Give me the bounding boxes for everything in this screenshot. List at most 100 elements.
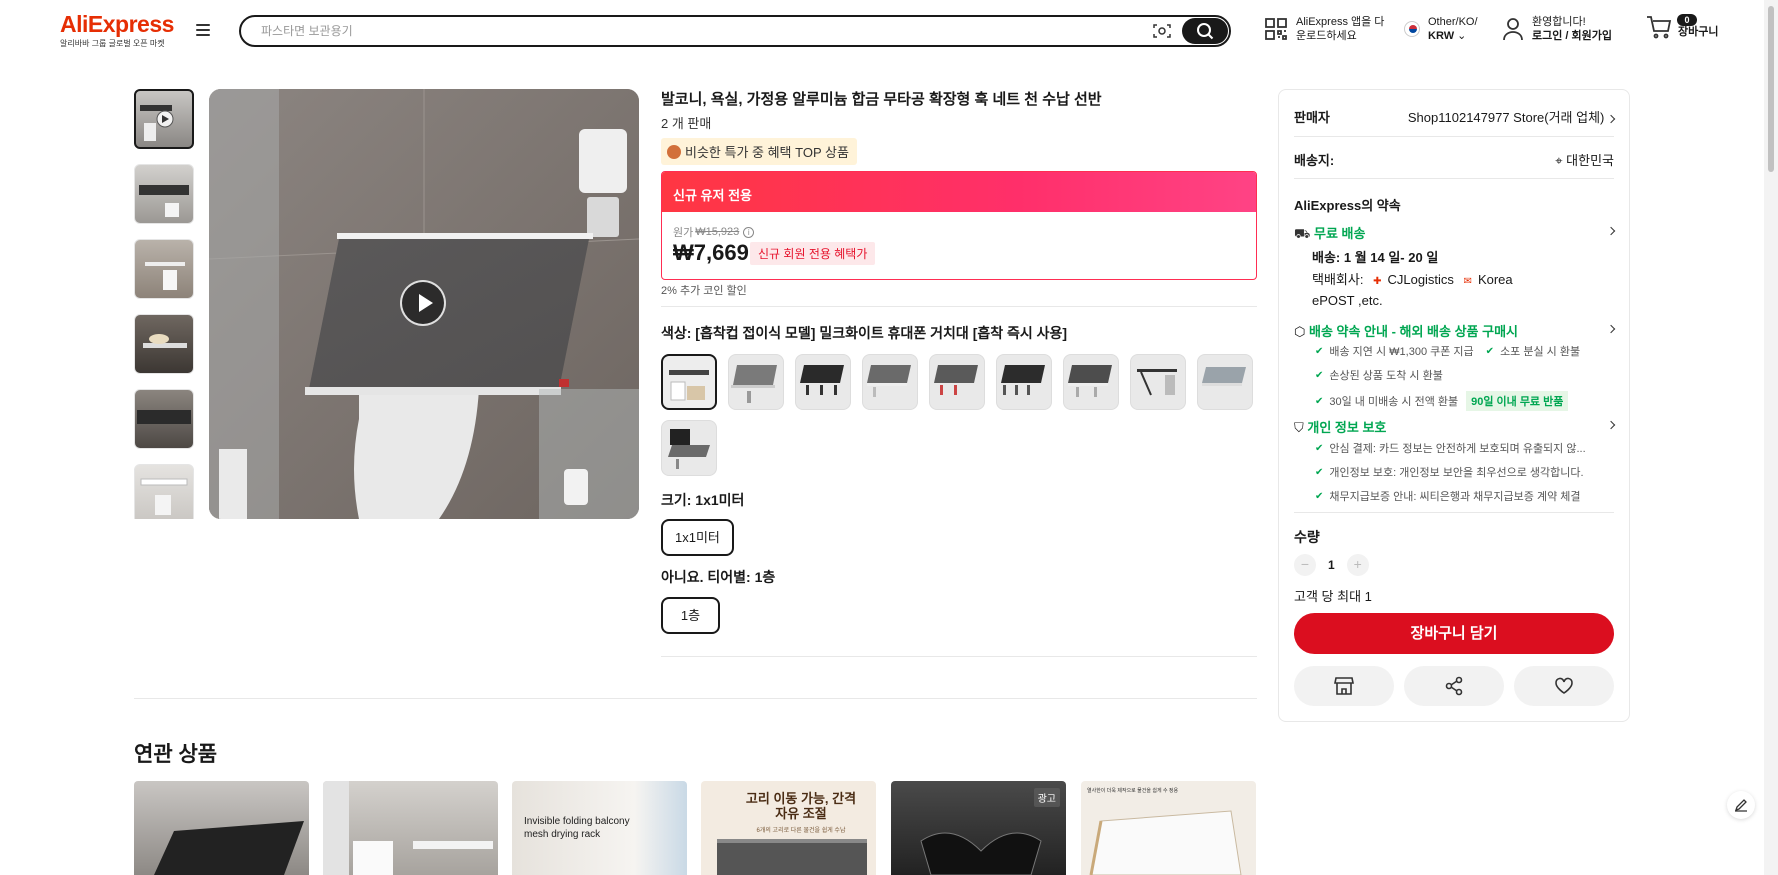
related-item-5[interactable]: 광고 [891, 781, 1066, 875]
pencil-icon [1734, 799, 1747, 812]
tier-option-1[interactable]: 1층 [661, 597, 720, 634]
cart-count-badge: 0 [1677, 14, 1697, 26]
swatch-3[interactable] [795, 354, 851, 410]
seller-name: Shop1102147977 Store(거래 업체) [1407, 110, 1605, 125]
feedback-button[interactable] [1727, 791, 1755, 819]
privacy-item: 안심 결제: 카드 정보는 안전하게 보호되며 유출되지 않... [1329, 443, 1586, 455]
qty-stepper: − 1 + [1294, 554, 1614, 576]
divider [1294, 136, 1614, 137]
welcome-text: 환영합니다! [1532, 16, 1586, 28]
app-download-line2: 운로드하세요 [1296, 30, 1357, 42]
seller-row[interactable]: 판매자 Shop1102147977 Store(거래 업체) [1294, 107, 1616, 126]
qr-code-icon [1265, 18, 1287, 40]
search-input[interactable] [261, 17, 1141, 45]
cart[interactable]: 0 장바구니 [1646, 14, 1718, 39]
account-menu[interactable]: 환영합니다! 로그인 / 회원가입 [1502, 15, 1612, 43]
wishlist-button[interactable] [1514, 666, 1614, 706]
divider [661, 656, 1257, 657]
currency: KRW [1428, 30, 1455, 42]
thumbnail-5[interactable] [134, 389, 194, 449]
share-icon [1445, 676, 1463, 696]
thumbnail-4[interactable] [134, 314, 194, 374]
main-product-video[interactable] [209, 89, 639, 519]
size-option-1x1[interactable]: 1x1미터 [661, 519, 734, 556]
scrollbar[interactable] [1764, 0, 1778, 875]
qty-plus-button[interactable]: + [1346, 554, 1369, 576]
swatch-5[interactable] [929, 354, 985, 410]
related-item-1[interactable] [134, 781, 309, 875]
swatch-2[interactable] [728, 354, 784, 410]
privacy-row[interactable]: ⛉ 개인 정보 보호 [1294, 417, 1616, 436]
location-pin-icon: ⌖ [1555, 153, 1563, 168]
carrier-label: 택배회사: [1312, 272, 1364, 287]
color-swatches [661, 354, 1261, 476]
info-icon[interactable]: i [743, 226, 755, 238]
chevron-right-icon [1606, 420, 1616, 430]
thumbnail-6[interactable] [134, 464, 194, 519]
swatch-9[interactable] [1197, 354, 1253, 410]
qty-minus-button[interactable]: − [1294, 554, 1316, 576]
product-title: 발코니, 욕실, 가정용 알루미늄 합금 무타공 확장형 훅 네트 천 수납 선… [661, 91, 1102, 108]
ship-to-row[interactable]: 배송지: ⌖ 대한민국 [1294, 150, 1614, 169]
guide-item: 손상된 상품 도착 시 환불 [1329, 370, 1443, 382]
check-icon: ✔ [1315, 442, 1324, 454]
original-price: ₩15,923 [695, 226, 740, 238]
check-icon: ✔ [1315, 345, 1324, 357]
aliexpress-logo[interactable]: AliExpress 알리바바 그룹 글로벌 오픈 마켓 [60, 12, 174, 49]
top-deal-text: 비슷한 특가 중 혜택 TOP 상품 [685, 145, 849, 160]
ship-to-label: 배송지: [1294, 153, 1335, 168]
sale-price: ₩7,669 [673, 240, 749, 265]
swatch-7[interactable] [1063, 354, 1119, 410]
logo-subtitle: 알리바바 그룹 글로벌 오픈 마켓 [60, 39, 165, 48]
divider [661, 306, 1257, 307]
add-to-cart-button[interactable]: 장바구니 담기 [1294, 613, 1614, 654]
related-item-2[interactable] [323, 781, 498, 875]
play-button[interactable] [400, 280, 446, 326]
swatch-10[interactable] [661, 420, 717, 476]
qty-label: 수량 [1294, 529, 1320, 545]
color-label: 색상: [흡착컵 접이식 모델] 밀크화이트 휴대폰 거치대 [흡착 즉시 사용… [661, 325, 1068, 341]
privacy-item: 채무지급보증 안내: 씨티은행과 채무지급보증 계약 체결 [1329, 491, 1581, 503]
user-icon [1503, 18, 1523, 41]
menu-icon[interactable] [196, 24, 210, 36]
ad-badge: 광고 [1033, 788, 1060, 807]
check-icon: ✔ [1315, 490, 1324, 502]
share-button[interactable] [1404, 666, 1504, 706]
swatch-6[interactable] [996, 354, 1052, 410]
divider [1294, 178, 1614, 179]
delivery-guide-list: ✔ 배송 지연 시 ₩1,300 쿠폰 지급 ✔ 소포 분실 시 환불 ✔ 손상된 상품… [1315, 343, 1614, 419]
original-price-row: 원가 ₩15,923 i [673, 224, 755, 240]
coin-discount: 2% 추가 코인 할인 [661, 285, 747, 297]
swatch-4[interactable] [862, 354, 918, 410]
related-item-4[interactable]: 고리 이동 가능, 간격 자유 조절 6개의 고리로 다른 물건을 쉽게 수납 [701, 781, 876, 875]
thumbnail-3[interactable] [134, 239, 194, 299]
delivery-guide-row[interactable]: ⬡ 배송 약속 안내 - 해외 배송 상품 구매시 [1294, 321, 1616, 340]
top-deal-tag: 비슷한 특가 중 혜택 TOP 상품 [661, 138, 857, 165]
thumbnail-video[interactable] [134, 89, 194, 149]
carrier-epost: ePOST ,etc. [1312, 293, 1383, 308]
privacy-list: ✔ 안심 결제: 카드 정보는 안전하게 보호되며 유출되지 않... ✔ 개인정보… [1315, 440, 1614, 512]
store-button[interactable] [1294, 666, 1394, 706]
swatch-8[interactable] [1130, 354, 1186, 410]
related-item-6[interactable]: 열사한이 더욱 제작으로 물건을 쉽게 수 정용 [1081, 781, 1256, 875]
check-icon: ✔ [1485, 345, 1495, 357]
korea-flag-icon [1404, 21, 1420, 37]
swatch-1[interactable] [661, 354, 717, 410]
free-shipping-row[interactable]: ⛟ 무료 배송 [1294, 223, 1616, 244]
app-download[interactable]: AliExpress 앱을 다 운로드하세요 [1264, 15, 1384, 43]
image-search-icon[interactable] [1153, 23, 1171, 39]
privacy-item: 개인정보 보호: 개인정보 보안을 최우선으로 생각합니다. [1329, 467, 1584, 479]
seller-label: 판매자 [1294, 110, 1330, 125]
epost-logo-icon: ✉ [1463, 276, 1472, 287]
lang-line1: Other/KO/ [1428, 16, 1478, 28]
language-currency-selector[interactable]: Other/KO/KRW ⌄ [1404, 15, 1478, 43]
login-signup-link[interactable]: 로그인 / 회원가입 [1532, 30, 1612, 42]
thumbnail-2[interactable] [134, 164, 194, 224]
free-return-tag: 90일 이내 무료 반품 [1466, 391, 1569, 411]
price-tag: 신규 회원 전용 혜택가 [750, 242, 876, 265]
search-button[interactable] [1182, 18, 1228, 44]
section-divider [134, 698, 1257, 699]
search-icon [1197, 23, 1214, 40]
qty-value[interactable]: 1 [1328, 558, 1335, 572]
related-item-3[interactable]: Invisible folding balcony mesh drying ra… [512, 781, 687, 875]
